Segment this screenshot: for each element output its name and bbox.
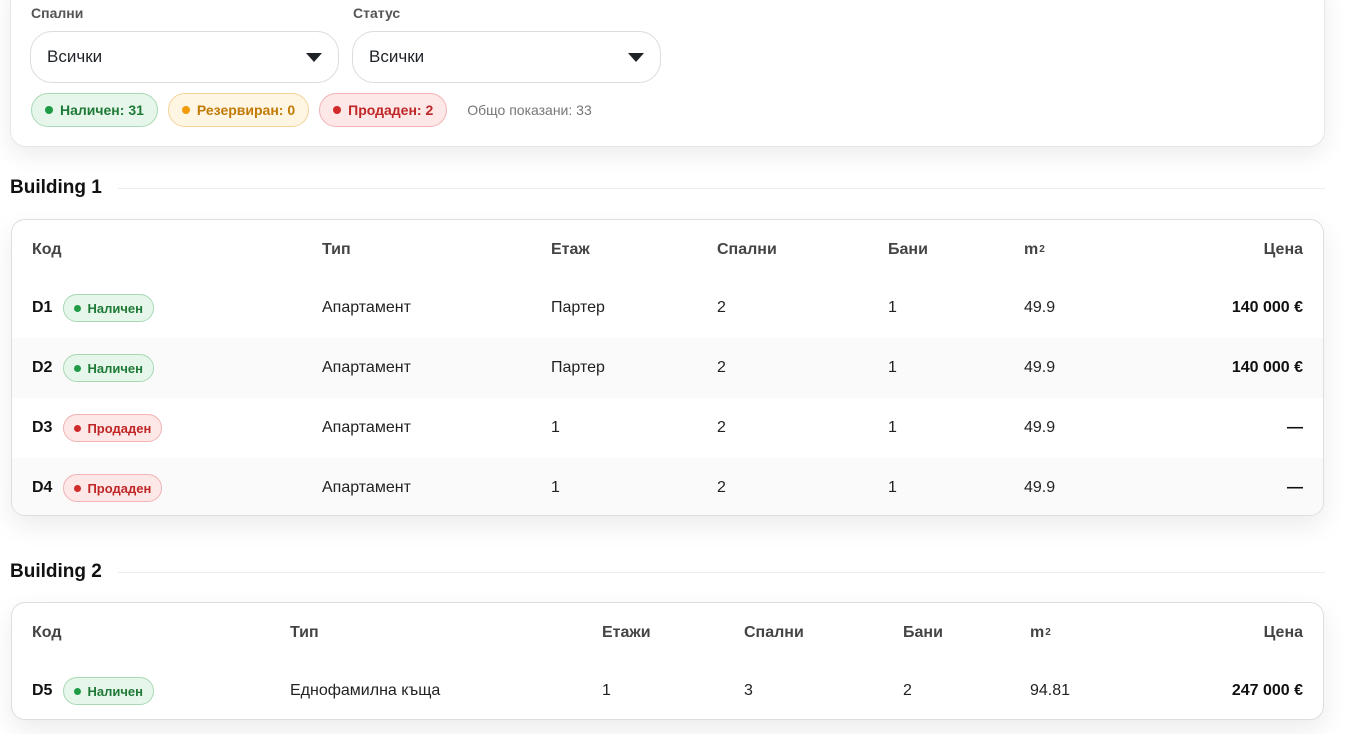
available-count-chip[interactable]: Наличен: 31 <box>31 93 158 127</box>
unit-bathrooms: 1 <box>888 479 897 496</box>
table-row[interactable]: D3 Продаден Апартамент 1 2 1 49.9 — <box>12 398 1323 458</box>
col-bathrooms: Бани <box>903 624 943 641</box>
unit-code: D4 <box>32 479 53 496</box>
unit-floor: 1 <box>551 479 560 496</box>
unit-type: Апартамент <box>322 299 411 316</box>
unit-type: Апартамент <box>322 419 411 436</box>
unit-floors: 1 <box>602 682 611 699</box>
chevron-down-icon <box>628 53 644 62</box>
section-divider <box>117 571 1325 573</box>
bedrooms-filter: Спални Всички <box>30 5 339 83</box>
unit-floor: Партер <box>551 299 605 316</box>
unit-price: — <box>1287 419 1303 436</box>
col-floors: Етажи <box>602 624 651 641</box>
unit-code: D3 <box>32 419 53 436</box>
building-1-table: Код Тип Етаж Спални Бани m2 Цена D1 Нали… <box>11 219 1324 516</box>
unit-area: 49.9 <box>1024 359 1056 376</box>
section-divider <box>117 187 1325 189</box>
col-bedrooms: Спални <box>744 624 804 641</box>
status-dot-icon <box>74 304 82 312</box>
unit-bedrooms: 2 <box>717 479 726 496</box>
col-type: Тип <box>322 241 351 258</box>
unit-bathrooms: 1 <box>888 419 897 436</box>
unit-price: 140 000 € <box>1231 299 1303 316</box>
table-header: Код Тип Етаж Спални Бани m2 Цена <box>12 220 1323 278</box>
unit-area: 49.9 <box>1024 299 1056 316</box>
reserved-count-chip[interactable]: Резервиран: 0 <box>167 93 310 127</box>
col-price: Цена <box>1263 624 1303 641</box>
status-badge: Продаден <box>63 474 163 502</box>
col-floor: Етаж <box>551 241 590 258</box>
section-title: Building 2 <box>10 561 102 582</box>
unit-bedrooms: 2 <box>717 419 726 436</box>
table-row[interactable]: D5 Наличен Еднофамилна къща 1 3 2 94.81 … <box>12 661 1323 719</box>
bedrooms-select[interactable]: Всички <box>30 31 339 83</box>
table-row[interactable]: D1 Наличен Апартамент Партер 2 1 49.9 14… <box>12 278 1323 338</box>
status-summary: Наличен: 31 Резервиран: 0 Продаден: 2 Об… <box>31 93 592 127</box>
unit-bathrooms: 1 <box>888 359 897 376</box>
unit-type: Апартамент <box>322 479 411 496</box>
unit-floor: 1 <box>551 419 560 436</box>
building-1-heading: Building 1 <box>10 177 1325 199</box>
col-bedrooms: Спални <box>717 241 777 258</box>
unit-code: D5 <box>32 682 53 699</box>
status-dot-icon <box>74 484 82 492</box>
unit-type: Апартамент <box>322 359 411 376</box>
status-dot-icon <box>74 687 82 695</box>
table-row[interactable]: D4 Продаден Апартамент 1 2 1 49.9 — <box>12 458 1323 515</box>
col-price: Цена <box>1263 241 1303 258</box>
col-code: Код <box>32 624 62 641</box>
status-dot-icon <box>181 106 190 114</box>
status-dot-icon <box>333 106 342 114</box>
bedrooms-select-value: Всички <box>47 47 103 66</box>
col-code: Код <box>32 241 62 258</box>
status-badge: Продаден <box>63 414 163 442</box>
total-shown-text: Общо показани: 33 <box>467 102 592 118</box>
unit-bedrooms: 2 <box>717 299 726 316</box>
unit-price: 140 000 € <box>1231 359 1303 376</box>
status-filter: Статус Всички <box>352 5 661 83</box>
table-header: Код Тип Етажи Спални Бани m2 Цена <box>12 603 1323 661</box>
unit-area: 49.9 <box>1024 419 1056 436</box>
building-2-heading: Building 2 <box>10 561 1325 583</box>
status-badge: Наличен <box>63 354 154 382</box>
unit-code: D1 <box>32 299 53 316</box>
unit-bedrooms: 3 <box>744 682 753 699</box>
sold-count-chip[interactable]: Продаден: 2 <box>319 93 448 127</box>
status-select[interactable]: Всички <box>352 31 661 83</box>
status-dot-icon <box>74 364 82 372</box>
unit-bedrooms: 2 <box>717 359 726 376</box>
unit-price: — <box>1287 479 1303 496</box>
unit-bathrooms: 1 <box>888 299 897 316</box>
status-select-value: Всички <box>369 47 425 66</box>
bedrooms-filter-label: Спални <box>31 5 84 21</box>
status-badge: Наличен <box>63 677 154 705</box>
status-badge: Наличен <box>63 294 154 322</box>
unit-area: 49.9 <box>1024 479 1056 496</box>
building-2-table: Код Тип Етажи Спални Бани m2 Цена D5 Нал… <box>11 602 1324 720</box>
unit-bathrooms: 2 <box>903 682 912 699</box>
unit-type: Еднофамилна къща <box>290 682 441 699</box>
status-filter-label: Статус <box>353 5 401 21</box>
col-area: m2 <box>1030 624 1051 641</box>
unit-price: 247 000 € <box>1231 682 1303 699</box>
status-dot-icon <box>45 106 53 114</box>
unit-floor: Партер <box>551 359 605 376</box>
col-type: Тип <box>290 624 319 641</box>
filters-panel: Спални Всички Статус Всички Наличен: 31 … <box>10 0 1325 147</box>
col-area: m2 <box>1024 241 1045 258</box>
section-title: Building 1 <box>10 177 102 198</box>
unit-area: 94.81 <box>1030 682 1071 699</box>
chevron-down-icon <box>306 53 322 62</box>
col-bathrooms: Бани <box>888 241 928 258</box>
table-row[interactable]: D2 Наличен Апартамент Партер 2 1 49.9 14… <box>12 338 1323 398</box>
status-dot-icon <box>74 424 82 432</box>
unit-code: D2 <box>32 359 53 376</box>
